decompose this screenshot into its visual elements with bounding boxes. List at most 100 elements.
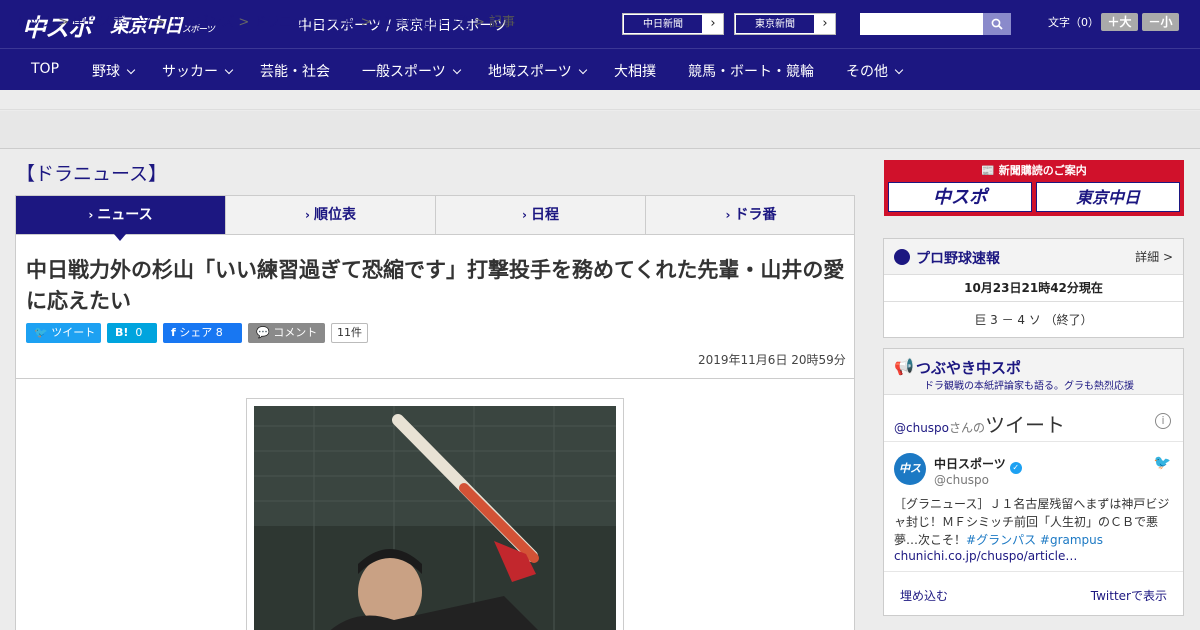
- article-photo[interactable]: [254, 406, 616, 630]
- nav-general-sports[interactable]: 一般スポーツ: [362, 61, 461, 81]
- comment-button[interactable]: 💬 コメント: [248, 323, 325, 343]
- chevron-down-icon: [578, 65, 587, 75]
- breadcrumb-link[interactable]: 中日スポーツ: [73, 15, 151, 30]
- article-date: 2019年11月6日 20時59分: [698, 353, 846, 367]
- breadcrumb-link[interactable]: トップ: [15, 15, 54, 30]
- subscription-title-text: 新聞購読のご案内: [998, 164, 1087, 177]
- twitter-bird-icon[interactable]: 🐦: [1154, 455, 1171, 471]
- font-larger-button[interactable]: ＋大: [1101, 13, 1138, 31]
- chevron-right-icon: ›: [815, 14, 835, 34]
- nav-label: TOP: [31, 61, 60, 77]
- tab-label: ニュース: [97, 207, 153, 223]
- timeline-tweets-word: ツイート: [985, 413, 1066, 437]
- score-timestamp: 10月23日21時42分現在: [964, 281, 1103, 295]
- timeline-handle: @chuspo: [894, 421, 950, 435]
- game-score[interactable]: 巨 3 － 4 ソ （終了）: [884, 311, 1183, 328]
- chevron-right-icon: ›: [88, 208, 94, 222]
- chevron-down-icon: [894, 65, 904, 75]
- search-input[interactable]: [860, 13, 984, 35]
- breadcrumb-separator: >: [58, 15, 69, 30]
- breadcrumb: トップ > 中日スポーツ > ドラゴンズ > ドラニュース一覧 >11月の記事一覧 > 記事: [15, 11, 515, 30]
- tokyo-shimbun-label: 東京新聞: [735, 14, 815, 34]
- hatena-count: 0: [135, 326, 143, 339]
- tweet-author-name[interactable]: 中日スポーツ ✓: [934, 455, 1022, 474]
- header-spacer: [0, 90, 1200, 110]
- speech-bubble-icon: 💬: [256, 326, 274, 339]
- info-icon[interactable]: i: [1155, 413, 1171, 429]
- breadcrumb-current: 記事: [488, 15, 515, 30]
- nav-other[interactable]: その他: [846, 61, 904, 81]
- nav-local-sports[interactable]: 地域スポーツ: [488, 61, 587, 81]
- divider: [884, 301, 1183, 302]
- tab-label: 日程: [530, 207, 559, 223]
- avatar[interactable]: 中スポ: [894, 453, 926, 485]
- nav-label: 競馬・ボート・競輪: [688, 64, 814, 80]
- tweet-text: ［グラニュース］Ｊ１名古屋残留へまずは神戸ビジャ封じ！ＭＦシミッチ前回「人生初」…: [894, 495, 1174, 549]
- chuspo-subscribe-logo[interactable]: 中スポ: [888, 182, 1032, 212]
- baseball-score-panel: プロ野球速報 詳細 > 10月23日21時42分現在 巨 3 － 4 ソ （終了…: [883, 238, 1184, 338]
- tokyo-chunichi-subscribe-logo[interactable]: 東京中日: [1036, 182, 1180, 212]
- nav-sumo[interactable]: 大相撲: [614, 61, 656, 81]
- search-icon: [991, 18, 1003, 30]
- tweet-author-handle[interactable]: @chuspo: [934, 473, 989, 487]
- tab-standings[interactable]: › 順位表: [226, 196, 436, 234]
- divider: [884, 441, 1183, 442]
- newspaper-icon: 📰: [981, 164, 999, 177]
- embed-link[interactable]: 埋め込む: [900, 587, 948, 604]
- chunichi-shimbun-link[interactable]: 中日新聞 ›: [622, 13, 724, 35]
- tab-label: ドラ番: [734, 207, 777, 223]
- nav-soccer[interactable]: サッカー: [162, 61, 234, 81]
- twitter-timeline-title[interactable]: @chuspoさんのツイート: [894, 409, 1065, 438]
- tweet-button[interactable]: 🐦 ツイート: [26, 323, 101, 343]
- chunichi-shimbun-label: 中日新聞: [623, 14, 703, 34]
- batting-practice-photo: [254, 406, 616, 630]
- tab-beat-reporter[interactable]: › ドラ番: [646, 196, 856, 234]
- tab-news[interactable]: › ニュース: [16, 196, 226, 234]
- megaphone-icon: 📢: [894, 357, 914, 376]
- hashtag-link[interactable]: #grampus: [1040, 533, 1103, 547]
- search-button[interactable]: [983, 13, 1011, 35]
- hatena-bookmark-button[interactable]: B! 0: [107, 323, 157, 343]
- nav-label: 大相撲: [614, 64, 656, 80]
- breadcrumb-separator: >: [154, 15, 166, 30]
- tokyo-shimbun-link[interactable]: 東京新聞 ›: [734, 13, 836, 35]
- breadcrumb-link[interactable]: ドラニュース一覧: [253, 15, 356, 30]
- nav-entertainment[interactable]: 芸能・社会: [260, 61, 330, 81]
- chevron-right-icon: ›: [305, 208, 310, 222]
- breadcrumb-bar: [0, 111, 1200, 149]
- twitter-panel-title: つぶやき中スポ: [916, 359, 1022, 377]
- nav-label: サッカー: [162, 64, 218, 80]
- facebook-label: シェア: [179, 326, 213, 339]
- news-tabs: › ニュース › 順位表 › 日程 › ドラ番: [15, 195, 855, 235]
- breadcrumb-link[interactable]: ドラゴンズ: [170, 15, 235, 30]
- nav-top[interactable]: TOP: [31, 61, 59, 77]
- tab-schedule[interactable]: › 日程: [436, 196, 646, 234]
- nav-baseball[interactable]: 野球: [92, 61, 136, 81]
- chevron-right-icon: ›: [703, 14, 723, 34]
- section-title: 【ドラニュース】: [16, 163, 168, 185]
- facebook-share-button[interactable]: f シェア 8: [163, 323, 242, 343]
- chevron-down-icon: [224, 65, 234, 75]
- nav-racing[interactable]: 競馬・ボート・競輪: [688, 61, 814, 81]
- author-name-text: 中日スポーツ: [934, 457, 1006, 471]
- nav-label: 野球: [92, 64, 120, 80]
- hashtag-link[interactable]: #グランパス: [966, 533, 1036, 547]
- twitter-panel: 📢 つぶやき中スポ ドラ観戦の本紙評論家も語る。グラも熱烈応援 @chuspoさ…: [883, 348, 1184, 616]
- font-size-label: 文字（0）: [1048, 16, 1099, 29]
- tweet-url-link[interactable]: chunichi.co.jp/chuspo/article…: [894, 549, 1077, 563]
- breadcrumb-link[interactable]: 11月の記事一覧: [376, 15, 471, 30]
- tab-label: 順位表: [313, 207, 356, 223]
- subscription-title: 📰 新聞購読のご案内: [884, 162, 1184, 178]
- nav-label: 芸能・社会: [260, 64, 330, 80]
- baseball-details-link[interactable]: 詳細 >: [1135, 248, 1173, 265]
- chevron-down-icon: [452, 65, 461, 75]
- comment-count[interactable]: 11件: [331, 323, 368, 343]
- chevron-right-icon: ›: [725, 208, 731, 222]
- hatena-icon: B!: [115, 326, 129, 339]
- twitter-panel-subtitle: ドラ観戦の本紙評論家も語る。グラも熱烈応援: [924, 381, 1134, 392]
- timeline-suffix: さんの: [949, 421, 986, 435]
- view-on-twitter-link[interactable]: Twitterで表示: [1091, 587, 1167, 604]
- tweet-label: ツイート: [51, 326, 96, 339]
- font-smaller-button[interactable]: －小: [1142, 13, 1179, 31]
- baseball-icon: [894, 249, 910, 265]
